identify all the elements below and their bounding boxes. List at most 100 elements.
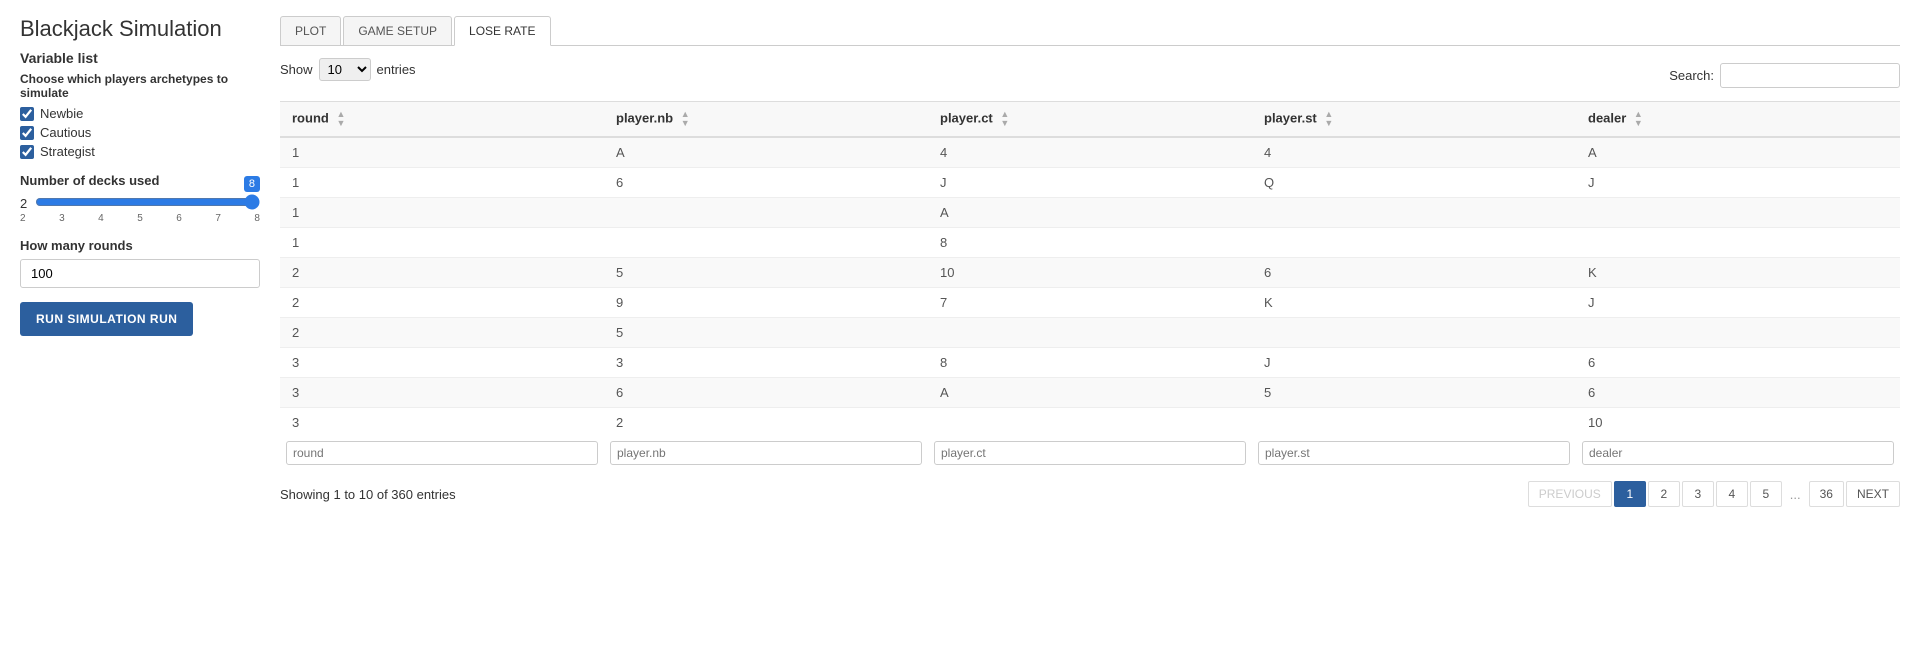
sidebar: Blackjack Simulation Variable list Choos… bbox=[20, 16, 280, 336]
search-label: Search: bbox=[1669, 68, 1714, 83]
table-body: 1A44A16JQJ1A1825106K297KJ25338J636A56321… bbox=[280, 137, 1900, 437]
pagination: PREVIOUS12345...36NEXT bbox=[1528, 481, 1900, 507]
cell-player_st bbox=[1252, 318, 1576, 348]
cell-player_nb bbox=[604, 198, 928, 228]
search-input[interactable] bbox=[1720, 63, 1900, 88]
decks-slider-container: 2 8 2345678 bbox=[20, 194, 260, 224]
col-header-dealer[interactable]: dealer ▲▼ bbox=[1576, 102, 1900, 138]
checkbox-cautious[interactable] bbox=[20, 126, 34, 140]
filter-cell-player_st bbox=[1252, 437, 1576, 469]
choose-players-label: Choose which players archetypes to simul… bbox=[20, 72, 260, 100]
cell-player_st: 5 bbox=[1252, 378, 1576, 408]
cell-player_nb: 5 bbox=[604, 318, 928, 348]
cell-player_nb: 6 bbox=[604, 168, 928, 198]
showing-text: Showing 1 to 10 of 360 entries bbox=[280, 487, 456, 502]
table-row: 1A bbox=[280, 198, 1900, 228]
filter-input-player_st[interactable] bbox=[1258, 441, 1570, 465]
tab-lose-rate[interactable]: LOSE RATE bbox=[454, 16, 550, 46]
page-button-1[interactable]: 1 bbox=[1614, 481, 1646, 507]
cell-player_nb: 5 bbox=[604, 258, 928, 288]
cell-player_nb: 9 bbox=[604, 288, 928, 318]
run-simulation-button[interactable]: RUN SIMULATION RUN bbox=[20, 302, 193, 336]
cell-round: 1 bbox=[280, 228, 604, 258]
col-header-player_st[interactable]: player.st ▲▼ bbox=[1252, 102, 1576, 138]
entries-label: entries bbox=[377, 62, 416, 77]
cell-player_st: Q bbox=[1252, 168, 1576, 198]
decks-label: Number of decks used bbox=[20, 173, 260, 188]
cell-player_st bbox=[1252, 408, 1576, 438]
table-row: 338J6 bbox=[280, 348, 1900, 378]
table-row: 3210 bbox=[280, 408, 1900, 438]
tabs: PLOTGAME SETUPLOSE RATE bbox=[280, 16, 1900, 46]
sort-icon: ▲▼ bbox=[1000, 110, 1009, 128]
page-button-2[interactable]: 2 bbox=[1648, 481, 1680, 507]
checkbox-item-cautious: Cautious bbox=[20, 125, 260, 140]
players-list: Newbie Cautious Strategist bbox=[20, 106, 260, 159]
page-button-4[interactable]: 4 bbox=[1716, 481, 1748, 507]
filter-cell-dealer bbox=[1576, 437, 1900, 469]
sort-icon: ▲▼ bbox=[336, 110, 345, 128]
cell-player_ct: 4 bbox=[928, 137, 1252, 168]
cell-player_nb: 3 bbox=[604, 348, 928, 378]
label-strategist: Strategist bbox=[40, 144, 95, 159]
decks-current-value: 2 bbox=[20, 196, 27, 211]
cell-round: 3 bbox=[280, 408, 604, 438]
search-area: Search: bbox=[1669, 63, 1900, 88]
pagination-area: Showing 1 to 10 of 360 entries PREVIOUS1… bbox=[280, 481, 1900, 507]
show-entries: Show 102550100 entries bbox=[280, 58, 416, 81]
next-button[interactable]: NEXT bbox=[1846, 481, 1900, 507]
sort-icon: ▲▼ bbox=[1634, 110, 1643, 128]
pagination-ellipsis: ... bbox=[1784, 482, 1807, 507]
cell-player_ct: 7 bbox=[928, 288, 1252, 318]
cell-dealer: 6 bbox=[1576, 378, 1900, 408]
variable-list-label: Variable list bbox=[20, 50, 260, 66]
app-title: Blackjack Simulation bbox=[20, 16, 260, 42]
cell-player_st: 4 bbox=[1252, 137, 1576, 168]
sort-icon: ▲▼ bbox=[681, 110, 690, 128]
cell-round: 2 bbox=[280, 288, 604, 318]
cell-player_nb: A bbox=[604, 137, 928, 168]
page-button-3[interactable]: 3 bbox=[1682, 481, 1714, 507]
col-header-player_ct[interactable]: player.ct ▲▼ bbox=[928, 102, 1252, 138]
sort-icon: ▲▼ bbox=[1324, 110, 1333, 128]
cell-round: 1 bbox=[280, 198, 604, 228]
tab-game-setup[interactable]: GAME SETUP bbox=[343, 16, 452, 45]
col-header-player_nb[interactable]: player.nb ▲▼ bbox=[604, 102, 928, 138]
entries-select[interactable]: 102550100 bbox=[319, 58, 371, 81]
page-button-5[interactable]: 5 bbox=[1750, 481, 1782, 507]
checkbox-item-newbie: Newbie bbox=[20, 106, 260, 121]
cell-dealer: A bbox=[1576, 137, 1900, 168]
cell-player_ct bbox=[928, 408, 1252, 438]
checkbox-strategist[interactable] bbox=[20, 145, 34, 159]
checkbox-item-strategist: Strategist bbox=[20, 144, 260, 159]
page-button-36[interactable]: 36 bbox=[1809, 481, 1844, 507]
filter-cell-player_ct bbox=[928, 437, 1252, 469]
cell-round: 1 bbox=[280, 137, 604, 168]
table-row: 25 bbox=[280, 318, 1900, 348]
checkbox-newbie[interactable] bbox=[20, 107, 34, 121]
filter-input-player_nb[interactable] bbox=[610, 441, 922, 465]
cell-player_ct: 8 bbox=[928, 228, 1252, 258]
cell-round: 1 bbox=[280, 168, 604, 198]
cell-player_st bbox=[1252, 228, 1576, 258]
cell-dealer bbox=[1576, 318, 1900, 348]
filter-input-dealer[interactable] bbox=[1582, 441, 1894, 465]
prev-button[interactable]: PREVIOUS bbox=[1528, 481, 1612, 507]
filter-input-round[interactable] bbox=[286, 441, 598, 465]
decks-slider[interactable] bbox=[35, 194, 260, 210]
table-filter-row bbox=[280, 437, 1900, 469]
rounds-input[interactable] bbox=[20, 259, 260, 288]
label-newbie: Newbie bbox=[40, 106, 83, 121]
slider-badge: 8 bbox=[244, 176, 260, 192]
label-cautious: Cautious bbox=[40, 125, 91, 140]
col-header-round[interactable]: round ▲▼ bbox=[280, 102, 604, 138]
cell-dealer bbox=[1576, 198, 1900, 228]
main-content: PLOTGAME SETUPLOSE RATE Show 102550100 e… bbox=[280, 16, 1900, 507]
cell-round: 3 bbox=[280, 348, 604, 378]
cell-player_ct: 8 bbox=[928, 348, 1252, 378]
cell-player_ct: A bbox=[928, 378, 1252, 408]
filter-input-player_ct[interactable] bbox=[934, 441, 1246, 465]
tab-plot[interactable]: PLOT bbox=[280, 16, 341, 45]
table-row: 16JQJ bbox=[280, 168, 1900, 198]
cell-player_st bbox=[1252, 198, 1576, 228]
